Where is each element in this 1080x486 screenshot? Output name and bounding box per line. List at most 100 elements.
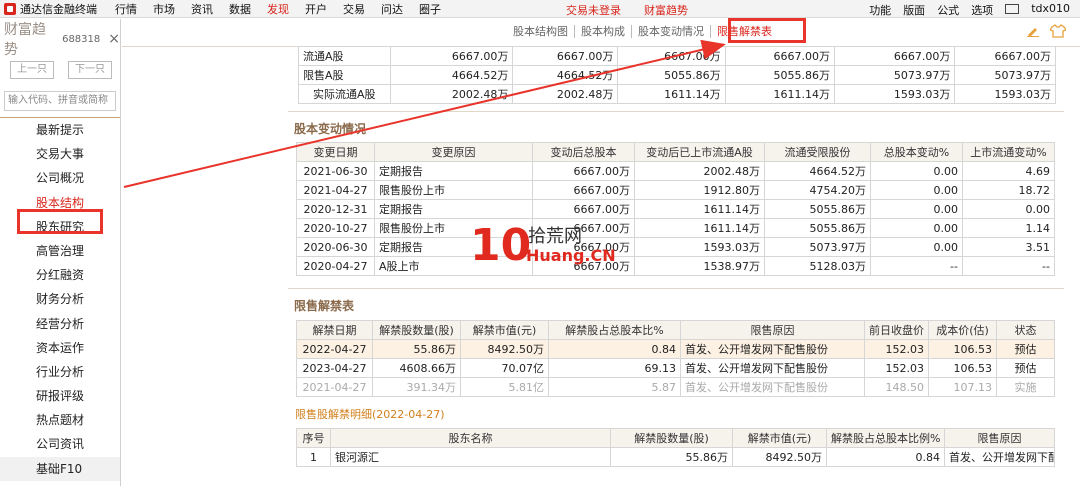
column-header: 状态 [996, 320, 1055, 340]
table-cell: 4664.52万 [512, 65, 619, 85]
next-stock-button[interactable]: 下一只 [68, 61, 112, 79]
table-row: 实际流通A股 2002.48万 2002.48万 1611.14万 1611.14万 15… [298, 84, 1056, 104]
watermark-en-text: Huang.CN [526, 246, 616, 265]
table-cell: 2002.48万 [512, 84, 619, 104]
column-header: 总股本变动% [870, 142, 963, 162]
stock-nav-buttons: 上一只 下一只 [0, 59, 120, 81]
menu-item-jiaoyi[interactable]: 交易 [343, 1, 365, 17]
menu-item-kaihu[interactable]: 开户 [305, 1, 327, 17]
table-cell: 银河源汇 [330, 447, 611, 467]
table-row: 限售A股 4664.52万 4664.52万 5055.86万 5055.86万 5073… [298, 65, 1056, 85]
tab-highlight-box [728, 18, 806, 43]
column-header: 序号 [296, 428, 331, 448]
lockup-detail-body: 1银河源汇55.86万8492.50万0.84首发、公开增发网下配售股份 [296, 447, 1055, 467]
table-cell: 1611.14万 [617, 84, 726, 104]
table-cell: 4664.52万 [389, 65, 514, 85]
trade-login-notice[interactable]: 交易未登录 [566, 2, 621, 18]
capital-structure-table: 流通A股 6667.00万 6667.00万 6667.00万 6667.00万 6667… [298, 46, 1056, 104]
table-cell: 2020-10-27 [296, 218, 375, 238]
mail-icon[interactable] [1005, 4, 1020, 14]
sidebar-item-company-overview[interactable]: 公司概况 [0, 166, 120, 190]
capital-change-body: 2021-06-30 定期报告 6667.00万 2002.48万 4664.52万 0.… [296, 161, 1055, 276]
sidebar-item-industry-analysis[interactable]: 行业分析 [0, 360, 120, 384]
table-row: 流通A股 6667.00万 6667.00万 6667.00万 6667.00万 6667… [298, 46, 1056, 66]
sidebar-item-capital-operation[interactable]: 资本运作 [0, 336, 120, 360]
menu-item-hangqing[interactable]: 行情 [115, 1, 137, 17]
sidebar-item-financial-analysis[interactable]: 财务分析 [0, 287, 120, 311]
section-divider [288, 288, 1064, 289]
table-cell: 0.00 [870, 199, 963, 219]
sidebar-item-business-analysis[interactable]: 经营分析 [0, 312, 120, 336]
sidebar-item-research-rating[interactable]: 研报评级 [0, 384, 120, 408]
table-cell: 首发、公开增发网下配售股份 [680, 358, 865, 378]
tab-capital-composition[interactable]: 股本构成 [575, 25, 632, 38]
tab-capital-chart[interactable]: 股本结构图 [507, 25, 575, 38]
table-cell: 148.50 [864, 377, 929, 397]
table-cell: 5073.97万 [954, 65, 1056, 85]
trend-notice[interactable]: 财富趋势 [644, 2, 688, 18]
table-row[interactable]: 2023-04-27 4608.66万 70.07亿 69.13 首发、公开增发网下配售… [296, 358, 1055, 378]
sidebar-item-trade-events[interactable]: 交易大事 [0, 142, 120, 166]
content-tabbar: 股本结构图 股本构成 股本变动情况 限售解禁表 [122, 18, 1080, 47]
change-section-title: 股本变动情况 [294, 122, 367, 136]
table-cell: 18.72 [962, 180, 1055, 200]
table-row: 2020-10-27 限售股份上市 6667.00万 1611.14万 5055.86万… [296, 218, 1055, 238]
column-header: 变更日期 [296, 142, 375, 162]
column-header: 解禁市值(元) [732, 428, 827, 448]
sidebar-item-basic-f10[interactable]: 基础F10 [0, 456, 120, 481]
table-cell: 6667.00万 [617, 46, 726, 66]
sidebar-item-hot-topics[interactable]: 热点题材 [0, 408, 120, 432]
watermark-cn-text: 拾荒网 [528, 226, 582, 247]
table-cell: 4664.52万 [764, 161, 871, 181]
table-cell: 0.00 [962, 199, 1055, 219]
table-cell: 1912.80万 [634, 180, 765, 200]
sidebar-item-executive-governance[interactable]: 高管治理 [0, 239, 120, 263]
table-cell: 5055.86万 [617, 65, 726, 85]
table-cell: 55.86万 [372, 339, 461, 359]
lockup-expiry-table: 解禁日期 解禁股数量(股) 解禁市值(元) 解禁股占总股本比% 限售原因 前日收盘价 成本价… [296, 320, 1055, 397]
table-cell: 6667.00万 [532, 180, 635, 200]
menu-function[interactable]: 功能 [869, 2, 891, 18]
table-cell: 预估 [996, 358, 1055, 378]
menu-item-quanzi[interactable]: 圈子 [419, 1, 441, 17]
table-cell: 6667.00万 [532, 161, 635, 181]
menu-item-shichang[interactable]: 市场 [153, 1, 175, 17]
table-cell: 1.14 [962, 218, 1055, 238]
app-logo[interactable]: 通达信金融终端 [0, 1, 97, 17]
menu-item-shuju[interactable]: 数据 [229, 1, 251, 17]
table-cell: 8492.50万 [460, 339, 549, 359]
capital-change-header: 变更日期 变更原因 变动后总股本 变动后已上市流通A股 流通受限股份 总股本变动% 上市流通… [296, 142, 1055, 162]
stock-search-input[interactable]: 输入代码、拼音或简称 [4, 91, 116, 111]
menu-item-zixun[interactable]: 资讯 [191, 1, 213, 17]
menu-item-faxian[interactable]: 发现 [267, 1, 289, 17]
table-cell: -- [870, 256, 963, 276]
app-logo-icon [4, 2, 16, 15]
table-row[interactable]: 2021-04-27 391.34万 5.81亿 5.87 首发、公开增发网下配售股份 1… [296, 377, 1055, 397]
table-cell: 55.86万 [610, 447, 733, 467]
sidebar-item-latest-tips[interactable]: 最新提示 [0, 118, 120, 142]
sidebar-item-dividend-financing[interactable]: 分红融资 [0, 263, 120, 287]
sidebar-item-company-news[interactable]: 公司资讯 [0, 432, 120, 456]
menu-formula[interactable]: 公式 [937, 2, 959, 18]
table-cell: 106.53 [928, 358, 997, 378]
stock-code: 688318 [62, 33, 101, 45]
table-cell: 2020-12-31 [296, 199, 375, 219]
table-cell: 6667.00万 [833, 46, 956, 66]
shirt-icon[interactable] [1050, 24, 1066, 38]
table-row[interactable]: 2022-04-27 55.86万 8492.50万 0.84 首发、公开增发网下配售股… [296, 339, 1055, 359]
tab-capital-changes[interactable]: 股本变动情况 [632, 25, 711, 38]
table-cell: 106.53 [928, 339, 997, 359]
menu-item-wenda[interactable]: 问达 [381, 1, 403, 17]
table-cell: 1611.14万 [634, 218, 765, 238]
prev-stock-button[interactable]: 上一只 [10, 61, 54, 79]
watermark-logo-number: 10 [470, 220, 532, 271]
close-icon[interactable]: × [108, 31, 120, 47]
menu-options[interactable]: 选项 [971, 2, 993, 18]
menu-layout[interactable]: 版面 [903, 2, 925, 18]
table-cell: 6667.00万 [532, 199, 635, 219]
column-header: 解禁日期 [296, 320, 373, 340]
user-name[interactable]: tdx010 [1031, 2, 1070, 18]
table-cell: 4608.66万 [372, 358, 461, 378]
edit-icon[interactable] [1026, 25, 1040, 37]
column-header: 限售原因 [944, 428, 1055, 448]
